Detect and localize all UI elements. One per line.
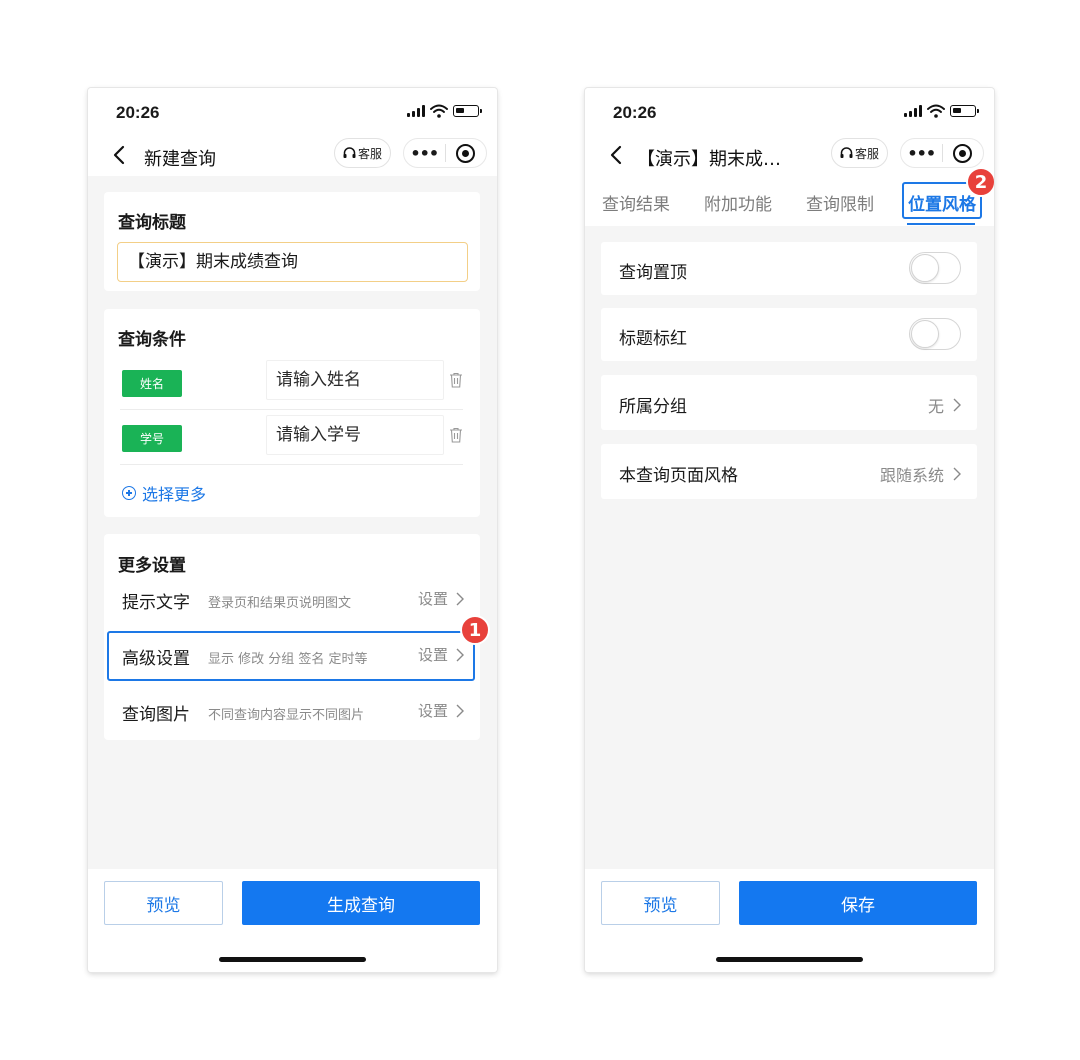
condition-row: 学号 请输入学号 [120, 409, 463, 465]
select-more-label: 选择更多 [142, 485, 207, 504]
customer-service-label: 客服 [358, 146, 383, 161]
mini-program-capsule: ••• [403, 138, 487, 168]
bottom-action-bar: 预览 生成查询 [88, 869, 497, 972]
row-value: 跟随系统 [880, 462, 961, 486]
nav-bar: 【演示】期末成… 客服 ••• [585, 136, 994, 176]
condition-input[interactable]: 请输入姓名 [266, 360, 444, 400]
status-time: 20:26 [613, 103, 657, 122]
customer-service-label: 客服 [855, 146, 880, 161]
tab-extra-features[interactable]: 附加功能 [704, 190, 772, 215]
status-bar: 20:26 [88, 88, 497, 136]
chevron-right-icon [953, 467, 961, 481]
settings-action-label: 设置 [417, 702, 448, 720]
page-title: 新建查询 [144, 149, 216, 170]
chevron-right-icon [456, 592, 464, 605]
settings-row-action[interactable]: 设置 [418, 700, 464, 721]
close-miniprogram-button[interactable] [445, 139, 486, 167]
settings-row-desc: 不同查询内容显示不同图片 [208, 708, 365, 723]
signal-icon [904, 105, 922, 117]
headset-icon [840, 147, 853, 158]
step-badge: 1 [460, 615, 490, 645]
status-bar: 20:26 [585, 88, 994, 136]
signal-icon [407, 105, 425, 117]
conditions-heading: 查询条件 [118, 330, 186, 350]
title-card-heading: 查询标题 [118, 213, 186, 233]
mini-program-capsule: ••• [900, 138, 984, 168]
settings-row-name: 查询图片 [122, 705, 190, 725]
home-indicator [219, 957, 366, 962]
trash-icon[interactable] [449, 427, 463, 443]
battery-icon [950, 105, 979, 117]
back-arrow-icon[interactable] [607, 142, 627, 168]
settings-row-desc: 登录页和结果页说明图文 [208, 596, 352, 611]
highlight-advanced-settings [107, 631, 475, 681]
back-arrow-icon[interactable] [110, 142, 130, 168]
bottom-action-bar: 预览 保存 [585, 869, 994, 972]
plus-circle-icon [122, 486, 136, 500]
status-icons [407, 104, 482, 118]
title-card: 查询标题 【演示】期末成绩查询 [104, 192, 480, 291]
tab-query-limits[interactable]: 查询限制 [806, 190, 874, 215]
row-group[interactable]: 所属分组 无 [601, 375, 977, 430]
condition-row: 姓名 请输入姓名 [120, 354, 463, 410]
toggle-knob [911, 254, 939, 282]
conditions-card: 查询条件 姓名 请输入姓名 学号 请输入学号 选择更多 [104, 309, 480, 517]
preview-button[interactable]: 预览 [601, 881, 720, 925]
battery-icon [453, 105, 482, 117]
settings-row-action[interactable]: 设置 [418, 588, 464, 609]
settings-row-name: 提示文字 [122, 593, 190, 613]
more-dots-icon[interactable]: ••• [404, 139, 445, 167]
settings-row-images[interactable]: 查询图片 不同查询内容显示不同图片 设置 [104, 684, 480, 740]
row-label: 查询置顶 [619, 263, 687, 283]
group-value: 无 [927, 397, 944, 416]
settings-row-tips[interactable]: 提示文字 登录页和结果页说明图文 设置 [104, 572, 480, 628]
toggle-knob [911, 320, 939, 348]
wifi-icon [430, 104, 448, 118]
query-title-input[interactable]: 【演示】期末成绩查询 [117, 242, 468, 282]
home-indicator [716, 957, 863, 962]
row-page-style[interactable]: 本查询页面风格 跟随系统 [601, 444, 977, 499]
chevron-right-icon [456, 704, 464, 717]
page-style-value: 跟随系统 [879, 466, 944, 485]
tab-query-results[interactable]: 查询结果 [602, 190, 670, 215]
wifi-icon [927, 104, 945, 118]
pin-query-toggle[interactable] [909, 252, 961, 284]
generate-query-button[interactable]: 生成查询 [242, 881, 480, 925]
row-label: 所属分组 [619, 397, 687, 417]
headset-icon [343, 147, 356, 158]
target-icon [456, 143, 476, 163]
settings-action-label: 设置 [417, 590, 448, 608]
right-phone-screen: 20:26 【演示】期末成… 客服 ••• 查询结果 附加功能 查询限制 位置风… [585, 88, 994, 972]
page-title: 【演示】期末成… [637, 149, 781, 170]
more-dots-icon[interactable]: ••• [901, 139, 942, 167]
status-time: 20:26 [116, 103, 160, 122]
red-title-toggle[interactable] [909, 318, 961, 350]
condition-tag[interactable]: 姓名 [122, 370, 182, 397]
select-more-link[interactable]: 选择更多 [122, 481, 206, 505]
save-button[interactable]: 保存 [739, 881, 977, 925]
target-icon [953, 143, 973, 163]
status-icons [904, 104, 979, 118]
row-red-title: 标题标红 [601, 308, 977, 361]
customer-service-button[interactable]: 客服 [831, 138, 889, 168]
condition-tag[interactable]: 学号 [122, 425, 182, 452]
step-badge: 2 [966, 167, 994, 197]
left-phone-screen: 20:26 新建查询 客服 ••• 查询标题 【演示】期末成绩查询 查询条件 姓… [88, 88, 497, 972]
active-tab-indicator [907, 223, 975, 225]
row-label: 标题标红 [619, 329, 687, 349]
preview-button[interactable]: 预览 [104, 881, 223, 925]
row-label: 本查询页面风格 [619, 466, 738, 486]
chevron-right-icon [953, 398, 961, 412]
customer-service-button[interactable]: 客服 [334, 138, 392, 168]
close-miniprogram-button[interactable] [942, 139, 983, 167]
condition-input[interactable]: 请输入学号 [266, 415, 444, 455]
row-pin-query: 查询置顶 [601, 242, 977, 295]
nav-bar: 新建查询 客服 ••• [88, 136, 497, 176]
row-value: 无 [928, 393, 961, 417]
trash-icon[interactable] [449, 372, 463, 388]
